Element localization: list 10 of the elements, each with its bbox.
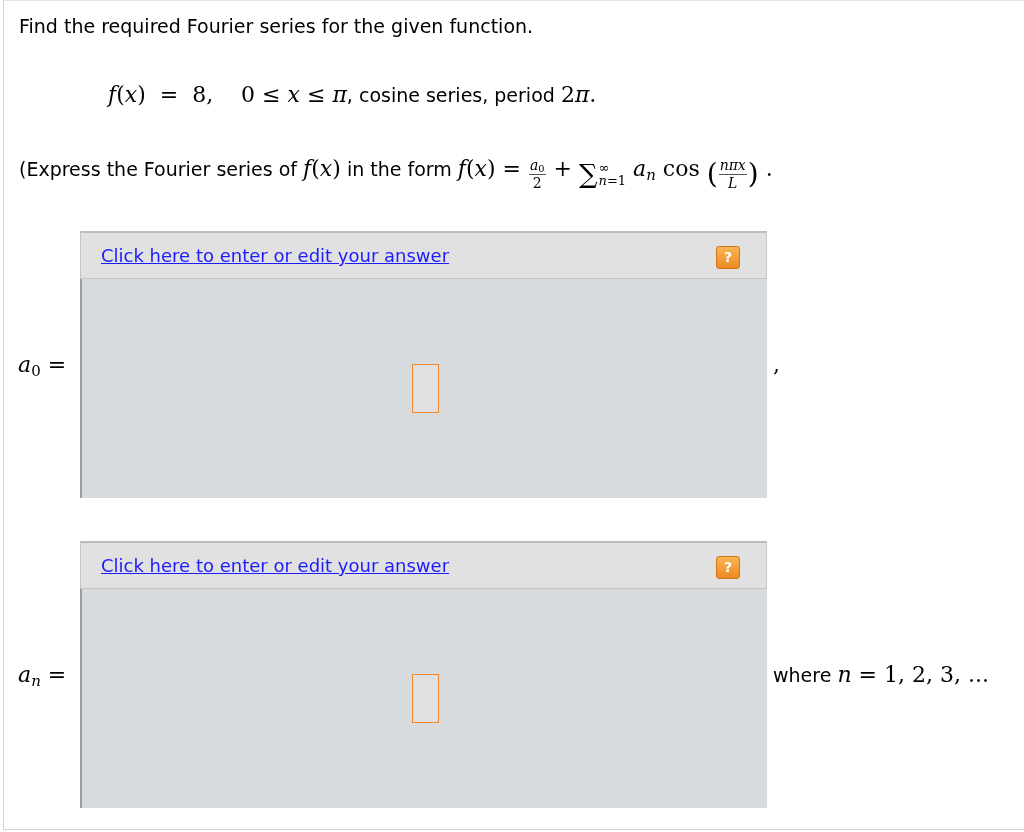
answer-suffix: where n = 1, 2, 3, ... <box>772 662 989 687</box>
answer-label: a$_{n}$ = <box>18 662 67 687</box>
answer-label: a$_{0}$ = <box>18 352 67 377</box>
edit-answer-link[interactable]: Click here to enter or edit your answer <box>101 245 450 266</box>
problem-statement: f(x) = 8, 0 ≤ x ≤ π, cosine series, period 2π. <box>108 82 597 109</box>
answer-field[interactable] <box>412 363 439 413</box>
answer-suffix: , <box>772 352 780 377</box>
edit-answer-link[interactable]: Click here to enter or edit your answer <box>101 555 450 576</box>
instruction-text: Find the required Fourier series for the given function. <box>19 15 534 37</box>
answer-field[interactable] <box>412 673 439 723</box>
